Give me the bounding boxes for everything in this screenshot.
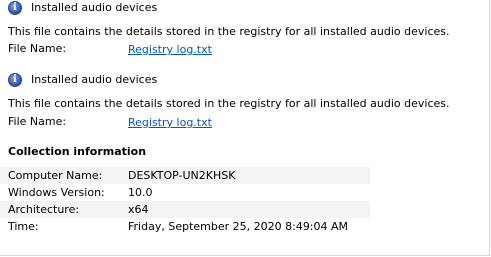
windows-version-value: 10.0 bbox=[128, 186, 153, 199]
entry-description: This file contains the details stored in… bbox=[8, 97, 450, 110]
architecture-label: Architecture: bbox=[8, 203, 80, 216]
time-label: Time: bbox=[8, 220, 39, 233]
collection-heading: Collection information bbox=[8, 145, 147, 158]
entry-title: Installed audio devices bbox=[31, 73, 158, 86]
computer-name-value: DESKTOP-UN2KHSK bbox=[128, 169, 236, 182]
registry-log-link[interactable]: Registry log.txt bbox=[128, 116, 212, 129]
info-icon: i bbox=[8, 73, 22, 87]
architecture-value: x64 bbox=[128, 203, 149, 216]
report-panel: i Installed audio devices This file cont… bbox=[0, 0, 490, 256]
computer-name-label: Computer Name: bbox=[8, 169, 103, 182]
entry-title: Installed audio devices bbox=[31, 1, 158, 14]
registry-log-link[interactable]: Registry log.txt bbox=[128, 43, 212, 56]
info-icon: i bbox=[8, 1, 22, 15]
windows-version-label: Windows Version: bbox=[8, 186, 105, 199]
time-value: Friday, September 25, 2020 8:49:04 AM bbox=[128, 220, 349, 233]
file-name-label: File Name: bbox=[8, 42, 67, 55]
file-name-label: File Name: bbox=[8, 115, 67, 128]
entry-description: This file contains the details stored in… bbox=[8, 25, 450, 38]
